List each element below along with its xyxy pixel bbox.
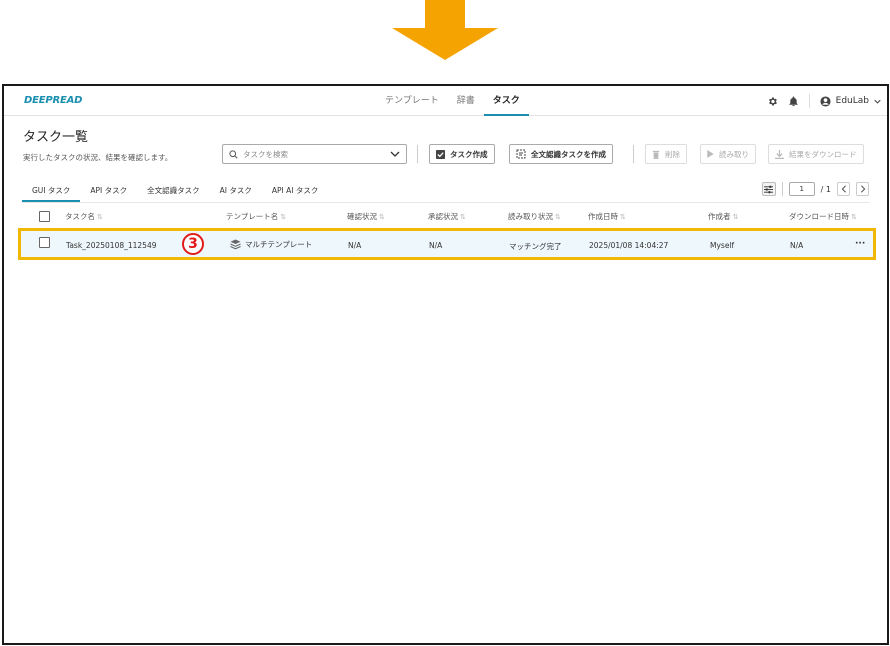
page-subtitle: 実行したタスクの状況、結果を確認します。 <box>23 153 173 162</box>
delete-button[interactable]: 削除 <box>645 144 687 164</box>
table-row[interactable]: Task_20250108_112549 3 マルチテンプレート N/A N/A… <box>18 228 876 260</box>
download-results-label: 結果をダウンロード <box>789 149 857 159</box>
read-label: 読み取り <box>719 149 749 159</box>
download-icon <box>775 149 784 159</box>
user-menu[interactable]: EduLab <box>820 95 881 107</box>
column-header[interactable]: 承認状況 ⇅ <box>428 211 466 222</box>
nav-templates[interactable]: テンプレート <box>376 86 448 116</box>
tab-api-ai-tasks[interactable]: API AI タスク <box>262 182 328 202</box>
nav-dictionary[interactable]: 辞書 <box>448 86 484 116</box>
read-status: マッチング完了 <box>509 242 562 251</box>
delete-label: 削除 <box>665 149 680 159</box>
create-task-button[interactable]: タスク作成 <box>429 144 495 164</box>
task-type-tabs: GUI タスク API タスク 全文認識タスク AI タスク API AI タス… <box>22 182 328 202</box>
create-task-label: タスク作成 <box>450 149 488 159</box>
nav-tasks[interactable]: タスク <box>483 86 529 116</box>
sort-icon[interactable]: ⇅ <box>280 213 286 221</box>
column-header[interactable]: テンプレート名 ⇅ <box>226 211 286 222</box>
confirm-status: N/A <box>348 241 362 250</box>
layers-icon <box>230 239 241 250</box>
document-scan-icon <box>516 149 526 159</box>
play-icon <box>707 150 714 158</box>
chevron-left-icon <box>841 185 846 193</box>
user-avatar-icon <box>820 95 831 107</box>
prev-page-button[interactable] <box>837 182 850 196</box>
search-input[interactable]: タスクを検索 <box>222 144 407 164</box>
row-checkbox[interactable] <box>39 237 50 248</box>
sort-icon[interactable]: ⇅ <box>851 213 857 221</box>
more-options-icon[interactable]: ··· <box>855 239 865 249</box>
filter-settings-button[interactable] <box>761 182 776 196</box>
user-name: EduLab <box>835 96 869 106</box>
column-header[interactable]: ダウンロード日時 ⇅ <box>789 211 857 222</box>
created-at: 2025/01/08 14:04:27 <box>589 241 669 250</box>
app-logo: DEEPREAD <box>24 95 83 106</box>
downloaded-at: N/A <box>790 241 804 250</box>
tab-gui-tasks[interactable]: GUI タスク <box>22 182 81 202</box>
create-fulltext-task-button[interactable]: 全文認識タスクを作成 <box>509 144 613 164</box>
table-header: タスク名 ⇅ テンプレート名 ⇅ 確認状況 ⇅ 承認状況 ⇅ 読み取り状況 ⇅ 作成日時 ⇅… <box>22 206 869 228</box>
column-header[interactable]: タスク名 ⇅ <box>65 211 103 222</box>
pagination: 1 / 1 <box>761 182 869 196</box>
trash-icon <box>652 150 660 159</box>
chevron-down-icon[interactable] <box>390 149 400 159</box>
search-placeholder: タスクを検索 <box>243 149 288 159</box>
read-button[interactable]: 読み取り <box>700 144 756 164</box>
divider <box>808 94 810 108</box>
column-header[interactable]: 作成日時 ⇅ <box>588 211 626 222</box>
sort-icon[interactable]: ⇅ <box>379 213 385 221</box>
sort-icon[interactable]: ⇅ <box>555 213 561 221</box>
creator: Myself <box>710 241 735 250</box>
sliders-icon <box>764 185 774 193</box>
divider <box>781 182 783 196</box>
column-header[interactable]: 確認状況 ⇅ <box>347 211 385 222</box>
page-number-input[interactable]: 1 <box>788 182 815 196</box>
toolbar-divider <box>417 145 418 163</box>
sort-icon[interactable]: ⇅ <box>460 213 466 221</box>
create-fulltext-task-label: 全文認識タスクを作成 <box>531 149 606 159</box>
toolbar-divider <box>633 145 634 163</box>
sort-icon[interactable]: ⇅ <box>733 213 739 221</box>
step-marker: 3 <box>182 233 204 255</box>
tabs-divider <box>22 202 869 203</box>
approve-status: N/A <box>429 241 443 250</box>
main-nav: テンプレート 辞書 タスク <box>376 86 529 116</box>
column-header[interactable]: 読み取り状況 ⇅ <box>508 211 561 222</box>
next-page-button[interactable] <box>856 182 869 196</box>
template-cell: マルチテンプレート <box>230 239 312 250</box>
page-total: / 1 <box>820 184 831 194</box>
select-all-checkbox[interactable] <box>39 211 50 222</box>
template-name: マルチテンプレート <box>245 240 313 249</box>
gear-icon[interactable] <box>767 96 778 107</box>
chevron-down-icon <box>874 99 881 104</box>
page-title: タスク一覧 <box>23 130 89 145</box>
column-header[interactable]: 作成者 ⇅ <box>708 211 738 222</box>
tab-ai-tasks[interactable]: AI タスク <box>210 182 262 202</box>
checkbox-icon <box>436 149 445 159</box>
download-results-button[interactable]: 結果をダウンロード <box>768 144 864 164</box>
sort-icon[interactable]: ⇅ <box>97 213 103 221</box>
tab-fulltext-tasks[interactable]: 全文認識タスク <box>137 182 210 202</box>
top-bar: DEEPREAD テンプレート 辞書 タスク EduLab <box>4 86 887 116</box>
top-right-controls: EduLab <box>767 94 881 108</box>
sort-icon[interactable]: ⇅ <box>620 213 626 221</box>
app-window: DEEPREAD テンプレート 辞書 タスク EduLab タスク一覧 実行した… <box>2 84 889 645</box>
task-name[interactable]: Task_20250108_112549 <box>66 241 157 250</box>
bell-icon[interactable] <box>788 95 799 107</box>
chevron-right-icon <box>860 185 865 193</box>
down-arrow-icon <box>392 0 498 60</box>
tab-api-tasks[interactable]: API タスク <box>80 182 137 202</box>
search-icon <box>229 149 238 159</box>
